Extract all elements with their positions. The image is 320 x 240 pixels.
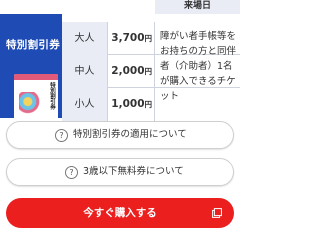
discount-info-label: 特別割引券の適用について bbox=[73, 129, 187, 140]
eligibility-note: 障がい者手帳等をお持ちの方と同伴者（介助者）1名が購入できるチケット bbox=[160, 31, 237, 102]
ticket-type-title: 特別割引券 bbox=[6, 39, 60, 51]
free-ticket-info-button[interactable]: ? 3歳以下無料券について bbox=[6, 158, 234, 186]
age-label: 中人 bbox=[62, 55, 108, 88]
question-circle-icon: ? bbox=[55, 129, 68, 142]
ticket-price-table: 来場日 特別割引券 特別割引券 大人 3,700円 中人 2,000円 小人 1… bbox=[0, 0, 240, 126]
price-value: 1,000円 bbox=[108, 88, 155, 121]
ticket-image-label: 特別割引券 bbox=[49, 82, 55, 110]
buy-now-button[interactable]: 今すぐ購入する bbox=[6, 198, 234, 228]
discount-info-button[interactable]: ? 特別割引券の適用について bbox=[6, 121, 234, 149]
price-unit: 円 bbox=[144, 34, 153, 43]
price-amount: 3,700 bbox=[111, 32, 145, 44]
question-circle-icon: ? bbox=[65, 166, 78, 179]
ticket-image-stripe bbox=[14, 74, 58, 80]
age-label: 小人 bbox=[62, 88, 108, 121]
free-ticket-info-label: 3歳以下無料券について bbox=[83, 166, 184, 177]
price-unit: 円 bbox=[144, 67, 153, 76]
price-value: 2,000円 bbox=[108, 55, 155, 88]
price-value: 3,700円 bbox=[108, 22, 155, 55]
external-link-icon bbox=[212, 208, 222, 218]
ticket-image-art bbox=[19, 92, 41, 116]
buy-now-label: 今すぐ購入する bbox=[83, 207, 157, 219]
price-amount: 1,000 bbox=[111, 98, 145, 110]
ticket-image: 特別割引券 bbox=[14, 74, 58, 126]
price-amount: 2,000 bbox=[111, 65, 145, 77]
price-unit: 円 bbox=[144, 100, 153, 109]
ticket-type-cell: 特別割引券 特別割引券 bbox=[0, 14, 62, 126]
visit-date-header: 来場日 bbox=[155, 0, 240, 14]
age-label: 大人 bbox=[62, 22, 108, 55]
